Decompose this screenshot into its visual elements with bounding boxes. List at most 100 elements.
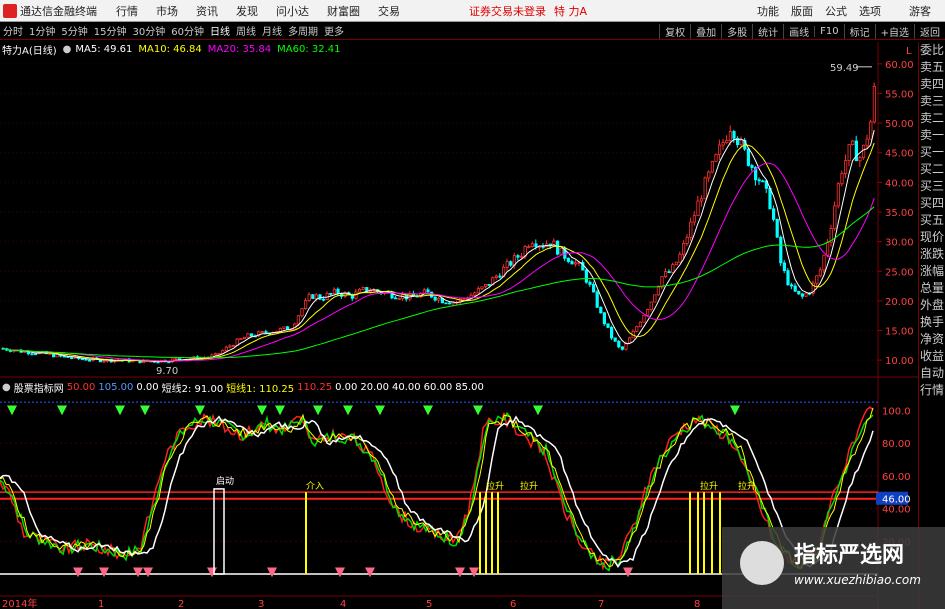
indicator-param: 40.00: [392, 381, 421, 393]
tool-mark[interactable]: 标记: [843, 23, 875, 39]
period-tab-60min[interactable]: 60分钟: [168, 23, 207, 38]
candle-body: [584, 269, 589, 283]
candle-body: [602, 312, 607, 325]
candle-body: [30, 353, 34, 356]
side-tab[interactable]: 买四: [919, 195, 945, 212]
side-tab[interactable]: 涨幅: [919, 263, 945, 280]
side-tab[interactable]: 买二: [919, 161, 945, 178]
candle-body: [682, 242, 686, 255]
side-tab[interactable]: 卖五: [919, 59, 945, 76]
side-tab[interactable]: 自动: [919, 365, 945, 382]
right-menu: 功能 版面 公式 选项 游客: [751, 0, 945, 22]
indicator-param: 110.25: [297, 381, 333, 393]
candle-body: [854, 140, 859, 162]
side-tab[interactable]: 净资: [919, 331, 945, 348]
tool-multi-stock[interactable]: 多股: [721, 23, 752, 39]
side-tab[interactable]: 现价: [919, 229, 945, 246]
period-tab-daily[interactable]: 日线: [207, 23, 233, 38]
period-tab-15min[interactable]: 15分钟: [91, 23, 130, 38]
candle-body: [437, 297, 441, 301]
candle-body: [62, 355, 67, 358]
period-tab-5min[interactable]: 5分钟: [58, 23, 90, 38]
side-tab[interactable]: 收益: [919, 348, 945, 365]
candle-body: [365, 287, 369, 292]
period-toolbar: 分时 1分钟 5分钟 15分钟 30分钟 60分钟 日线 周线 月线 多周期 更…: [0, 22, 945, 40]
ma60-value: MA60: 32.41: [277, 43, 341, 55]
side-tab[interactable]: 买三: [919, 178, 945, 195]
period-tab-1min[interactable]: 1分钟: [26, 23, 58, 38]
candle-body: [307, 294, 311, 301]
candle-body: [782, 262, 787, 272]
side-tab[interactable]: 委比: [919, 42, 945, 59]
side-tab[interactable]: 外盘: [919, 297, 945, 314]
candle-body: [174, 358, 178, 361]
login-status[interactable]: 证券交易未登录: [469, 3, 546, 19]
menu-item-function[interactable]: 功能: [751, 3, 785, 19]
candle-body: [649, 301, 653, 310]
menu-item-layout[interactable]: 版面: [785, 3, 819, 19]
side-tab[interactable]: 买五: [919, 212, 945, 229]
tool-back[interactable]: 返回: [914, 23, 945, 39]
menu-item-quotes[interactable]: 行情: [107, 3, 147, 19]
candle-body: [246, 333, 250, 338]
tool-stats[interactable]: 统计: [752, 23, 783, 39]
menu-item-news[interactable]: 资讯: [187, 3, 227, 19]
candle-body: [707, 171, 711, 179]
candle-body: [483, 283, 488, 288]
signal-label: 启动: [216, 475, 234, 487]
side-tab[interactable]: 卖四: [919, 76, 945, 93]
candle-body: [692, 215, 697, 223]
kline-chart-area[interactable]: 启动 介入 拉升 拉升 拉升 拉升 60.0055.0050.0045.0040.0035…: [0, 42, 918, 609]
candle-body: [429, 291, 434, 298]
tool-f10[interactable]: F10: [814, 25, 843, 37]
guest-label[interactable]: 游客: [903, 3, 937, 19]
period-tab-intraday[interactable]: 分时: [0, 23, 26, 38]
side-tab[interactable]: 卖二: [919, 110, 945, 127]
candle-body: [300, 308, 304, 317]
candle-body: [426, 289, 430, 293]
side-tab[interactable]: 买一: [919, 144, 945, 161]
indicator-dot-icon[interactable]: ●: [2, 382, 11, 393]
menu-item-formula[interactable]: 公式: [819, 3, 853, 19]
side-tab[interactable]: 换手: [919, 314, 945, 331]
candle-body: [311, 294, 315, 299]
period-tab-weekly[interactable]: 周线: [233, 23, 259, 38]
candle-body: [685, 236, 689, 244]
candle-body: [242, 336, 246, 339]
period-tab-more[interactable]: 更多: [321, 23, 347, 38]
tool-adjust[interactable]: 复权: [659, 23, 690, 39]
legend-dot-icon[interactable]: ●: [63, 44, 72, 55]
indicator-param: 50.00: [66, 381, 96, 393]
menu-item-market[interactable]: 市场: [147, 3, 187, 19]
side-tab[interactable]: 行情: [919, 382, 945, 399]
menu-item-discover[interactable]: 发现: [227, 3, 267, 19]
indicator-param: 20.00: [360, 381, 389, 393]
signal-label: 拉升: [738, 480, 756, 492]
x-tick-label: 1: [98, 599, 104, 609]
sell-diamond-icon: [99, 567, 109, 578]
candle-body: [844, 160, 848, 174]
menu-item-ask[interactable]: 问小达: [267, 3, 318, 19]
period-tab-monthly[interactable]: 月线: [259, 23, 285, 38]
period-tab-30min[interactable]: 30分钟: [129, 23, 168, 38]
menu-item-trade[interactable]: 交易: [369, 3, 409, 19]
main-y-tick-label: 30.00: [885, 238, 914, 249]
candle-body: [595, 291, 599, 308]
menu-item-wealth[interactable]: 财富圈: [318, 3, 369, 19]
candle-body: [574, 262, 578, 265]
side-tab[interactable]: 卖一: [919, 127, 945, 144]
candle-body: [224, 346, 228, 351]
side-tab[interactable]: 总量: [919, 280, 945, 297]
period-tab-multi[interactable]: 多周期: [285, 23, 321, 38]
tool-draw[interactable]: 画线: [783, 23, 814, 39]
x-tick-label: 5: [426, 599, 432, 609]
tool-add-watchlist[interactable]: +自选: [874, 23, 914, 39]
tool-overlay[interactable]: 叠加: [690, 23, 721, 39]
menu-item-options[interactable]: 选项: [853, 3, 887, 19]
indicator-param: 0.00: [335, 381, 358, 393]
indicator-param: 短线1: 110.25: [226, 383, 295, 395]
side-tab[interactable]: 涨跌: [919, 246, 945, 263]
sell-diamond-icon: [335, 567, 345, 578]
candle-body: [671, 264, 675, 273]
side-tab[interactable]: 卖三: [919, 93, 945, 110]
